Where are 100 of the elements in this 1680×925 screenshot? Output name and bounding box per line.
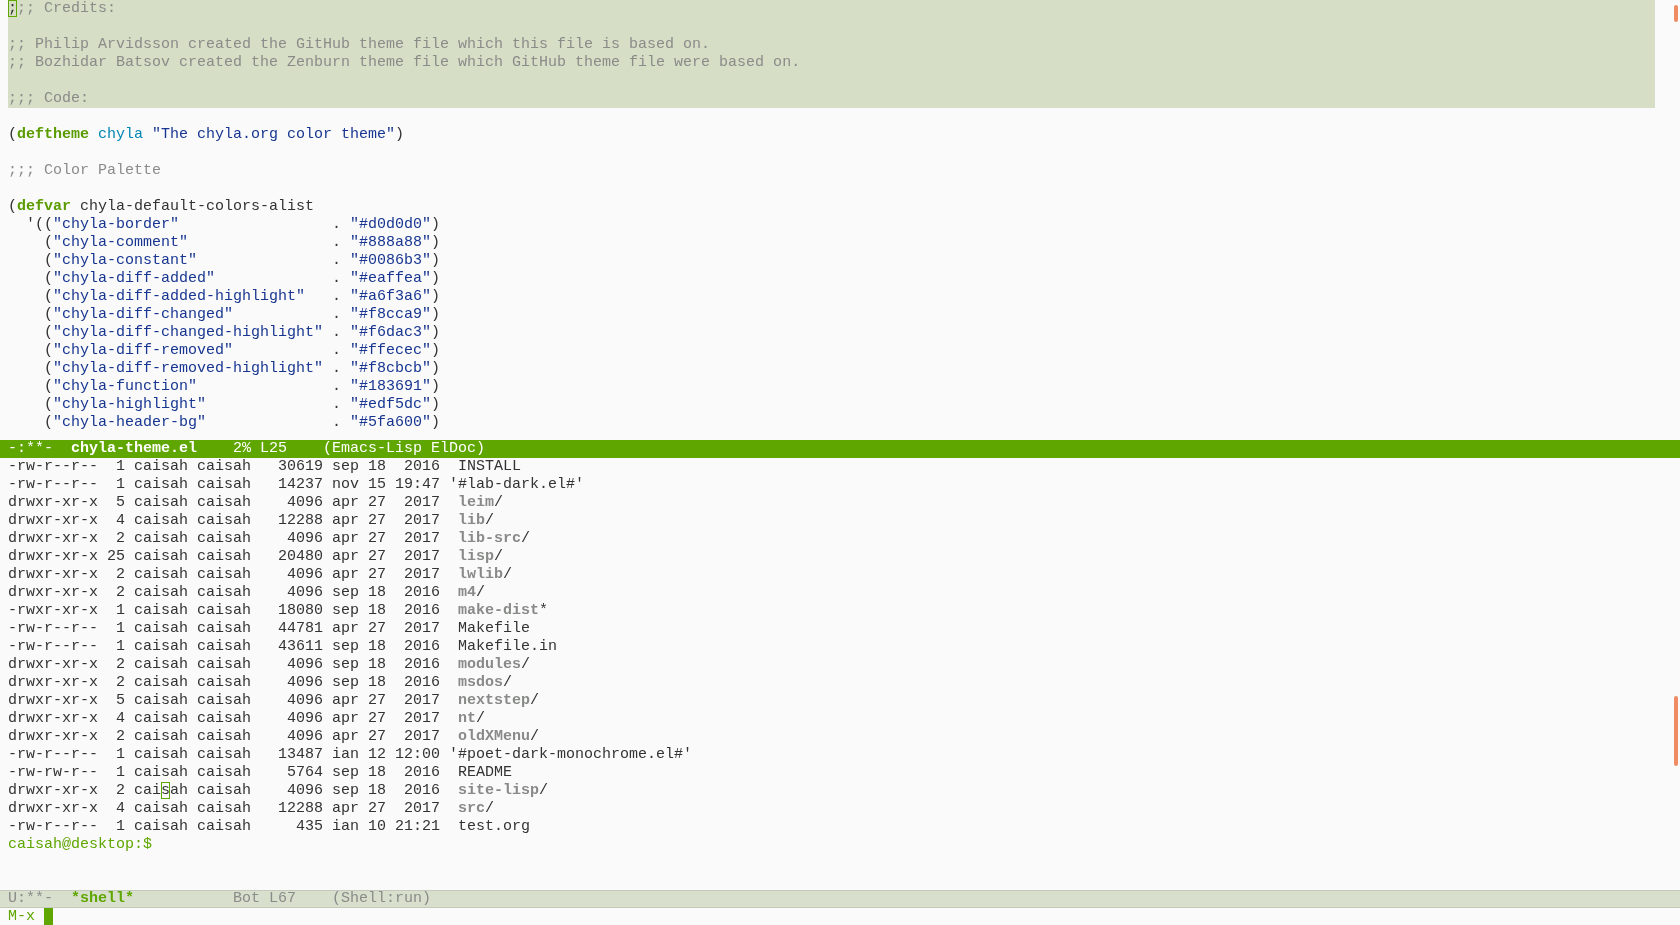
listing-text: / [476,710,486,727]
keyword: defvar [17,198,72,215]
string-literal: "#f8cbcb" [350,360,432,377]
code-comment: ;;; Code: [8,90,89,107]
code-text: ( [43,270,53,287]
directory-name: msdos [458,674,504,691]
string-literal: "chyla-header-bg" [53,414,207,431]
code-text: . [331,216,343,233]
code-text: . [331,324,343,341]
code-comment: ;; Credits: [17,0,117,17]
listing-text: drwxr-xr-x 4 caisah caisah 12288 apr 27 2017 [8,800,442,817]
listing-text: / [530,728,540,745]
listing-text: drwxr-xr-x 2 caisah caisah 4096 sep 18 2016 [8,674,442,691]
code-text: ( [8,126,17,143]
code-text: ( [43,234,53,251]
listing-text: / [503,566,513,583]
string-literal: "#d0d0d0" [350,216,432,233]
listing-text: / [539,782,549,799]
keyword: deftheme [17,126,91,143]
directory-name: lisp [458,548,495,565]
buffer-name: *shell* [71,890,135,907]
directory-name: modules [458,656,522,673]
string-literal: "chyla-diff-changed" [53,306,234,323]
listing-text: drwxr-xr-x 5 caisah caisah 4096 apr 27 2017 [8,494,442,511]
listing-text: drwxr-xr-x 25 caisah caisah 20480 apr 27 2017 [8,548,442,565]
string-literal: "chyla-function" [53,378,198,395]
code-text: ) [431,342,441,359]
code-text: . [331,252,343,269]
listing-text: / [494,494,504,511]
code-text: . [331,288,343,305]
listing-text: * [539,602,549,619]
code-text: ( [8,198,17,215]
code-text: ) [431,378,441,395]
code-text: ( [43,396,53,413]
string-literal: "chyla-constant" [53,252,198,269]
string-literal: "chyla-highlight" [53,396,207,413]
code-text: ) [431,216,441,233]
listing-text: drwxr-xr-x 2 caisah caisah 4096 sep 18 2016 [8,584,442,601]
listing-text: drwxr-xr-x 2 caisah caisah 4096 apr 27 2017 [8,530,442,547]
directory-name: nt [458,710,477,727]
code-text: ) [431,252,441,269]
listing-text: drwxr-xr-x 2 caisah caisah 4096 apr 27 2017 [8,728,442,745]
string-literal: "The chyla.org color theme" [152,126,396,143]
line-position: Bot L67 [233,891,297,907]
code-text: ) [431,414,441,431]
code-text: ( [43,324,53,341]
code-text: . [331,306,343,323]
code-comment: ;; Bozhidar Batsov created the Zenburn theme file which GitHub theme file were based on. [8,54,801,71]
listing-text: drwxr-xr-x 4 caisah caisah 12288 apr 27 2017 [8,512,442,529]
listing-text: / [521,530,531,547]
listing-text: / [485,512,495,529]
code-text: ) [431,270,441,287]
string-literal: "#ffecec" [350,342,432,359]
buffer-name: chyla-theme.el [71,440,198,457]
string-literal: "chyla-diff-removed" [53,342,234,359]
listing-text: / [503,674,513,691]
listing-text: -rw-r--r-- 1 caisah caisah 43611 sep 18 2016 Makefile.in [8,638,558,655]
listing-text: -rw-r--r-- 1 caisah caisah 14237 nov 15 19:47 '#lab-dark.el#' [8,476,585,493]
code-text: ) [431,324,441,341]
string-literal: "#edf5dc" [350,396,432,413]
string-literal: "chyla-diff-added" [53,270,216,287]
code-text: . [331,234,343,251]
listing-text: drwxr-xr-x 2 caisah caisah 4096 apr 27 2017 [8,566,442,583]
code-comment: ;; Philip Arvidsson created the GitHub theme file which this file is based on. [8,36,711,53]
code-text: . [331,414,343,431]
modified-status: U:**- [8,891,53,907]
string-literal: "chyla-diff-added-highlight" [53,288,306,305]
major-mode: (Emacs-Lisp ElDoc) [323,440,486,458]
string-literal: "#f6dac3" [350,324,432,341]
code-text: . [331,270,343,287]
code-text: ( [43,342,53,359]
directory-name: leim [458,494,495,511]
code-text: '(( [25,216,53,233]
string-literal: "chyla-border" [53,216,180,233]
listing-text: -rw-r--r-- 1 caisah caisah 435 ian 10 21:21 test.org [8,818,531,835]
directory-name: site-lisp [458,782,540,799]
directory-name: src [458,800,486,817]
listing-text: -rw-rw-r-- 1 caisah caisah 5764 sep 18 2016 README [8,764,513,781]
string-literal: "chyla-comment" [53,234,189,251]
code-text: ( [43,414,53,431]
code-text: . [331,342,343,359]
code-text: ) [431,396,441,413]
scrollbar-thumb[interactable] [1674,5,1678,22]
listing-text: / [494,548,504,565]
directory-name: lib [458,512,486,529]
listing-text: ah caisah 4096 sep 18 2016 [170,782,442,799]
shell-prompt: caisah@desktop:$ [8,836,153,853]
scrollbar-thumb[interactable] [1674,696,1678,766]
listing-text: drwxr-xr-x 2 caisah caisah 4096 sep 18 2016 [8,656,442,673]
code-text: ) [431,288,441,305]
string-literal: "#183691" [350,378,432,395]
string-literal: "chyla-diff-changed-highlight" [53,324,324,341]
directory-name: lwlib [458,566,504,583]
line-position: 2% L25 [233,440,288,458]
listing-text: -rw-r--r-- 1 caisah caisah 30619 sep 18 2016 INSTALL [8,458,522,475]
minibuffer-prompt: M-x [8,908,35,925]
modified-status: -:**- [8,440,53,458]
code-comment: ;;; Color Palette [8,162,162,179]
listing-text: / [476,584,486,601]
code-text: ( [43,306,53,323]
